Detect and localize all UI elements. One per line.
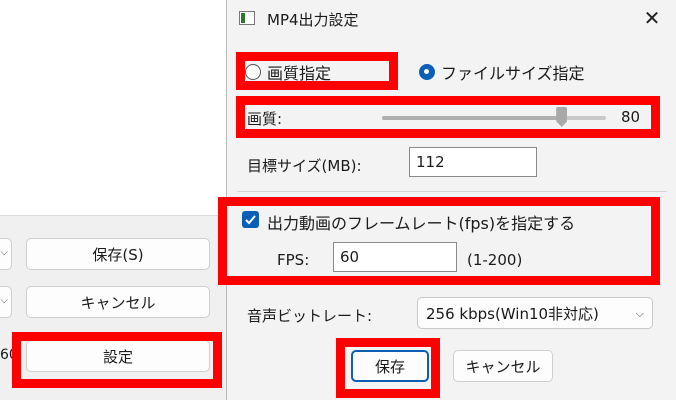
audio-bitrate-label: 音声ビットレート: [247, 307, 373, 325]
background-save-button[interactable]: 保存(S) [26, 238, 210, 270]
close-icon[interactable]: ✕ [637, 4, 667, 32]
quality-value: 80 [621, 108, 641, 126]
radio-button-unchecked[interactable] [245, 64, 261, 80]
radio-quality-mode[interactable]: 画質指定 [245, 60, 331, 84]
fps-range-hint: (1-200) [467, 251, 523, 269]
quality-slider-thumb[interactable] [556, 107, 568, 127]
chevron-down-icon: ⌵ [0, 295, 8, 306]
chevron-down-icon: ⌵ [635, 307, 644, 320]
radio-filesize-label: ファイルサイズ指定 [441, 64, 585, 83]
cancel-button[interactable]: キャンセル [453, 350, 553, 382]
dialog-titlebar[interactable]: MP4出力設定 ✕ [227, 0, 676, 36]
background-partial-value: 60 [0, 347, 18, 363]
radio-filesize-mode[interactable]: ファイルサイズ指定 [419, 60, 585, 84]
target-size-input[interactable]: 112 [409, 147, 537, 177]
app-window-icon [239, 11, 255, 25]
background-dropdown-stub-2[interactable]: ⌵ [0, 286, 12, 318]
fps-input[interactable]: 60 [333, 242, 457, 272]
quality-label: 画質: [247, 110, 283, 128]
save-button[interactable]: 保存 [351, 350, 429, 382]
framerate-checkbox-label: 出力動画のフレームレート(fps)を指定する [267, 214, 576, 233]
target-size-label: 目標サイズ(MB): [247, 157, 362, 175]
dialog-title: MP4出力設定 [267, 11, 359, 29]
fps-label: FPS: [277, 251, 310, 269]
background-settings-button[interactable]: 設定 [26, 340, 210, 372]
background-dropdown-stub-1[interactable]: ⌵ [0, 238, 12, 270]
radio-quality-label: 画質指定 [267, 64, 332, 83]
quality-slider-fill [382, 116, 562, 120]
framerate-checkbox[interactable] [242, 211, 259, 228]
mp4-output-settings-dialog: MP4出力設定 ✕ 画質指定 ファイルサイズ指定 画質: 80 目標サイズ(MB… [226, 0, 676, 400]
radio-button-checked[interactable] [419, 64, 435, 80]
audio-bitrate-select[interactable]: 256 kbps(Win10非対応) ⌵ [417, 297, 653, 329]
background-content-area [0, 0, 226, 215]
background-divider [0, 215, 226, 216]
background-cancel-button[interactable]: キャンセル [26, 286, 210, 318]
checkmark-icon [245, 215, 256, 225]
section-separator [237, 191, 667, 192]
background-window: ⌵ 保存(S) ⌵ キャンセル 60 設定 [0, 0, 226, 400]
chevron-down-icon: ⌵ [0, 247, 8, 258]
quality-slider-track[interactable] [382, 116, 606, 120]
